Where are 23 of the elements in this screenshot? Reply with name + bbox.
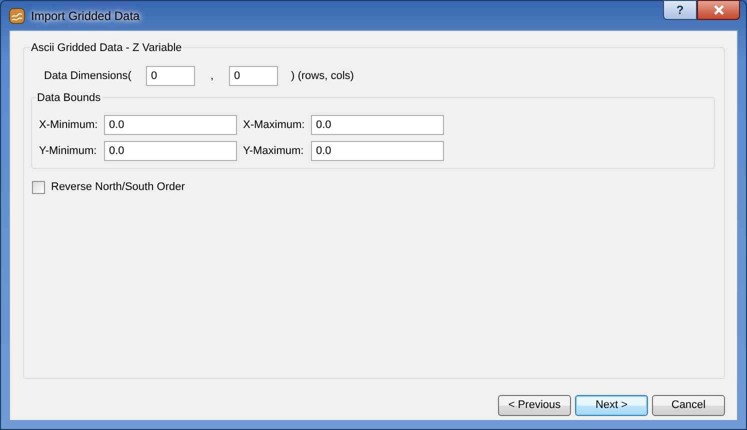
reverse-checkbox[interactable] <box>32 180 45 194</box>
dialog-button[interactable]: Next > <box>575 395 648 416</box>
window-title: Import Gridded Data <box>31 8 140 24</box>
field-label: X-Maximum: <box>242 118 306 133</box>
rows-field[interactable]: 0 <box>146 66 195 86</box>
dimensions-suffix: ) (rows, cols) <box>291 68 354 84</box>
bound-field[interactable]: 0.0 <box>104 115 237 135</box>
dimensions-label: Data Dimensions( <box>44 68 132 84</box>
dialog-button[interactable]: Cancel <box>652 395 725 416</box>
checkbox-label: Reverse North/South Order <box>51 180 185 195</box>
app-icon <box>9 8 25 24</box>
dialog-button[interactable]: < Previous <box>498 395 571 416</box>
separator-text: , <box>209 68 215 84</box>
bound-field[interactable]: 0.0 <box>311 141 444 161</box>
field-label: X-Minimum: <box>39 118 99 133</box>
help-button[interactable]: ? <box>663 0 697 20</box>
close-button[interactable] <box>697 0 740 20</box>
cols-field[interactable]: 0 <box>229 66 278 86</box>
bound-field[interactable]: 0.0 <box>104 141 237 161</box>
close-icon <box>712 5 724 15</box>
field-label: Y-Maximum: <box>242 144 305 159</box>
field-label: Y-Minimum: <box>39 144 98 159</box>
bound-field[interactable]: 0.0 <box>311 115 444 135</box>
